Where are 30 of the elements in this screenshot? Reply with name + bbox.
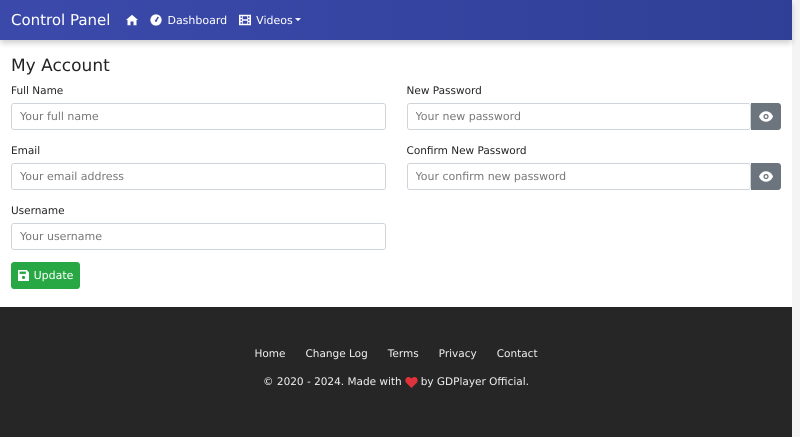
credit-text: © 2020 - 2024. Made with by GDPlayer Official. [263,376,529,388]
save-icon [18,270,29,281]
heart-icon [404,376,418,388]
gauge-icon [150,14,162,26]
nav-link[interactable]: Videos [239,14,301,26]
eye-icon [759,171,773,182]
field-label: New Password [406,85,483,97]
footer-link[interactable]: Contact [496,348,538,360]
nav-link[interactable]: Dashboard [150,14,228,26]
footer-link[interactable]: Privacy [438,348,477,360]
input-field[interactable]: Your full name [11,103,386,130]
film-icon [239,14,252,26]
input-field[interactable]: Your new password [406,103,751,130]
field-label: Username [11,205,66,217]
footer-link[interactable]: Change Log [305,348,368,360]
footer-link[interactable]: Home [254,348,286,360]
footer-link[interactable]: Terms [388,348,419,360]
input-field[interactable]: Your confirm new password [406,163,751,190]
brand-link[interactable]: Control Panel [11,11,110,29]
input-field[interactable]: Your username [11,223,386,250]
home-link[interactable] [126,14,138,26]
field-label: Confirm New Password [406,145,528,157]
field-label: Full Name [11,85,64,97]
eye-icon [759,111,773,122]
home-icon [126,14,138,26]
page-title: My Account [11,56,111,76]
input-field[interactable]: Your email address [11,163,386,190]
field-label: Email [11,145,42,157]
show-password-button[interactable] [751,103,781,130]
show-password-button[interactable] [751,163,781,190]
